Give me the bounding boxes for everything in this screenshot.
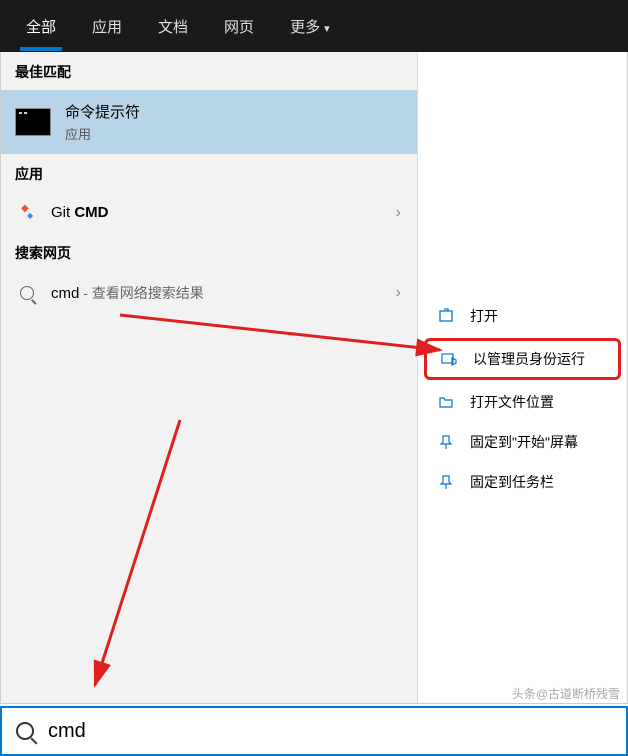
best-match-text: 命令提示符 应用 [65,101,140,143]
app-result-git-cmd[interactable]: Git CMD › [1,192,417,233]
git-icon [19,205,35,221]
app-prefix: Git [51,204,74,221]
filter-tabs: 全部 应用 文档 网页 更多 ▾ [0,0,628,52]
watermark: 头条@古道断桥残雪 [512,685,620,702]
search-input[interactable] [48,720,612,743]
chevron-right-icon[interactable]: › [396,204,401,222]
section-apps: 应用 [1,154,417,192]
web-suffix: - 查看网络搜索结果 [79,285,203,301]
chevron-right-icon[interactable]: › [396,284,401,302]
action-pin-start-label: 固定到"开始"屏幕 [470,432,578,452]
best-match-title: 命令提示符 [65,101,140,122]
actions-panel: 打开 以管理员身份运行 打开文件位置 固定到"开始"屏幕 固定到任务栏 [418,52,627,703]
results-area: 最佳匹配 命令提示符 应用 应用 Git CMD › 搜索网页 cmd - 查看… [0,52,628,704]
cmd-prompt-icon [15,108,51,136]
section-best-match: 最佳匹配 [1,52,417,90]
web-result-item[interactable]: cmd - 查看网络搜索结果 › [1,271,417,315]
results-left-column: 最佳匹配 命令提示符 应用 应用 Git CMD › 搜索网页 cmd - 查看… [1,52,418,703]
tab-all[interactable]: 全部 [8,2,74,51]
open-icon [436,308,456,324]
search-icon [16,722,34,740]
web-term: cmd [51,285,79,302]
action-run-as-admin[interactable]: 以管理员身份运行 [424,338,621,380]
action-pin-taskbar-label: 固定到任务栏 [470,472,554,492]
action-open-location[interactable]: 打开文件位置 [418,382,627,422]
action-pin-start[interactable]: 固定到"开始"屏幕 [418,422,627,462]
folder-icon [436,394,456,410]
action-open-location-label: 打开文件位置 [470,392,554,412]
tab-more[interactable]: 更多 ▾ [272,2,348,51]
pin-start-icon [436,434,456,450]
tab-apps[interactable]: 应用 [74,2,140,51]
app-result-label: Git CMD [51,204,109,221]
action-pin-taskbar[interactable]: 固定到任务栏 [418,462,627,502]
tab-more-label: 更多 [290,19,320,36]
best-match-item[interactable]: 命令提示符 应用 [1,90,417,154]
tab-web[interactable]: 网页 [206,2,272,51]
pin-taskbar-icon [436,474,456,490]
chevron-down-icon: ▾ [324,23,330,35]
section-search-web: 搜索网页 [1,233,417,271]
search-bar[interactable] [0,706,628,756]
action-open-label: 打开 [470,306,498,326]
action-run-admin-label: 以管理员身份运行 [473,349,585,369]
tab-docs[interactable]: 文档 [140,2,206,51]
best-match-subtitle: 应用 [65,124,140,143]
web-result-label: cmd - 查看网络搜索结果 [51,283,204,303]
admin-icon [439,351,459,367]
action-open[interactable]: 打开 [418,296,627,336]
search-icon [20,286,34,300]
app-bold: CMD [74,204,108,221]
